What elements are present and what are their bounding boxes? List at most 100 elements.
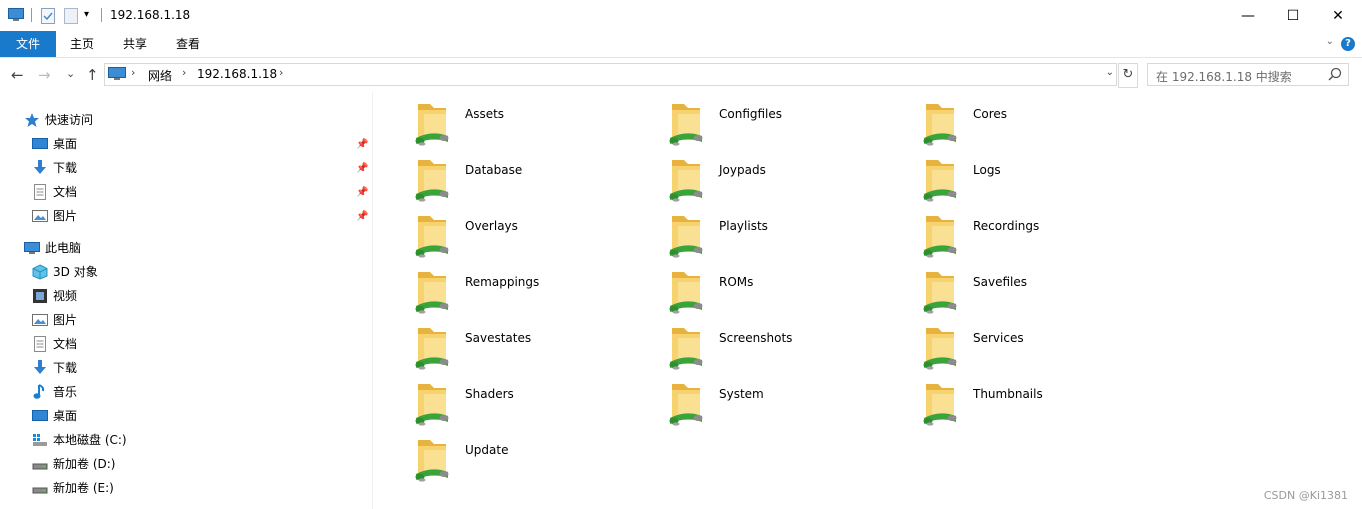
shared-folder-icon: [412, 380, 452, 428]
shared-folder-icon: [412, 436, 452, 484]
folder-name: Assets: [465, 107, 505, 121]
desktop-icon: [32, 408, 48, 424]
breadcrumb-separator: ›: [131, 66, 136, 79]
pin-icon[interactable]: 📌: [356, 187, 368, 198]
shared-folder-icon: [920, 324, 960, 372]
folder-item[interactable]: Services: [920, 324, 1160, 374]
help-button[interactable]: ?: [1341, 37, 1355, 51]
shared-folder-icon: [412, 100, 452, 148]
shared-folder-icon: [920, 380, 960, 428]
sidebar-item-label: 图片: [53, 313, 78, 327]
search-input[interactable]: 在 192.168.1.18 中搜索: [1156, 68, 1292, 85]
address-dropdown-icon[interactable]: ⌄: [1106, 67, 1114, 78]
sidebar-item-label: 下载: [53, 161, 78, 175]
new-folder-icon[interactable]: [64, 8, 78, 27]
back-button[interactable]: ←: [11, 66, 24, 84]
folder-item[interactable]: Update: [412, 436, 652, 486]
breadcrumb-network[interactable]: 网络: [148, 67, 172, 84]
shared-folder-icon: [920, 268, 960, 316]
customize-toolbar-icon[interactable]: ▾: [84, 9, 89, 20]
tab-view[interactable]: 查看: [166, 31, 210, 57]
collapse-ribbon-icon[interactable]: ⌄: [1326, 36, 1334, 47]
sidebar-item-label: 新加卷 (E:): [53, 481, 114, 495]
tab-file[interactable]: 文件: [0, 31, 56, 57]
folder-item[interactable]: Database: [412, 156, 652, 206]
folder-item[interactable]: Recordings: [920, 212, 1160, 262]
drive-icon: [32, 480, 48, 496]
star-icon: [24, 112, 40, 128]
music-icon: [32, 384, 48, 400]
shared-folder-icon: [666, 100, 706, 148]
sidebar-item-label: 桌面: [53, 137, 78, 151]
desktop-icon: [32, 136, 48, 152]
title-separator: [101, 8, 102, 22]
navigation-bar: ← → ⌄ ↑ › 网络 › 192.168.1.18 › ⌄ ↻ 在 192.…: [0, 58, 1362, 92]
tab-home[interactable]: 主页: [60, 31, 104, 57]
sidebar-item-label: 视频: [53, 289, 78, 303]
folder-item[interactable]: Joypads: [666, 156, 906, 206]
breadcrumb-host[interactable]: 192.168.1.18: [197, 67, 277, 81]
folder-item[interactable]: Savestates: [412, 324, 652, 374]
folder-item[interactable]: Cores: [920, 100, 1160, 150]
this-pc-icon: [24, 240, 40, 256]
folder-name: Configfiles: [719, 107, 783, 121]
folder-item[interactable]: Screenshots: [666, 324, 906, 374]
folder-item[interactable]: Remappings: [412, 268, 652, 318]
folder-item[interactable]: System: [666, 380, 906, 430]
cube-icon: [32, 264, 48, 280]
folder-item[interactable]: Logs: [920, 156, 1160, 206]
address-bar[interactable]: › 网络 › 192.168.1.18 › ⌄: [104, 63, 1117, 86]
sidebar-item-label: 本地磁盘 (C:): [53, 433, 127, 447]
document-icon: [32, 336, 48, 352]
folder-name: Remappings: [465, 275, 540, 289]
properties-icon[interactable]: [41, 8, 55, 27]
title-separator: [31, 8, 32, 22]
folder-name: Joypads: [719, 163, 766, 177]
title-bar: ▾ 192.168.1.18 — ☐ ✕: [0, 0, 1362, 31]
pin-icon[interactable]: 📌: [356, 211, 368, 222]
folder-item[interactable]: Assets: [412, 100, 652, 150]
folder-item[interactable]: Thumbnails: [920, 380, 1160, 430]
folder-name: Cores: [973, 107, 1008, 121]
watermark: CSDN @Ki1381: [1263, 489, 1348, 502]
network-computer-icon: [108, 67, 126, 84]
folder-item[interactable]: Overlays: [412, 212, 652, 262]
sidebar-item-label: 音乐: [53, 385, 78, 399]
maximize-button[interactable]: ☐: [1270, 0, 1316, 31]
minimize-button[interactable]: —: [1225, 0, 1271, 31]
sidebar-item-label: 文档: [53, 185, 78, 199]
pin-icon[interactable]: 📌: [356, 139, 368, 150]
window-title: 192.168.1.18: [110, 8, 191, 22]
folder-item[interactable]: Shaders: [412, 380, 652, 430]
breadcrumb-separator[interactable]: ›: [182, 66, 186, 79]
forward-button[interactable]: →: [38, 66, 51, 84]
shared-folder-icon: [666, 268, 706, 316]
refresh-button[interactable]: ↻: [1118, 63, 1138, 88]
ribbon-tabs: 文件 主页 共享 查看 ⌄ ?: [0, 31, 1362, 58]
sidebar-this-pc-label: 此电脑: [45, 241, 82, 255]
shared-folder-icon: [920, 100, 960, 148]
tab-share[interactable]: 共享: [113, 31, 157, 57]
close-button[interactable]: ✕: [1315, 0, 1361, 31]
folder-item[interactable]: ROMs: [666, 268, 906, 318]
folder-name: System: [719, 387, 764, 401]
shared-folder-icon: [920, 212, 960, 260]
navigation-pane: 快速访问 桌面 📌 下载 📌 文档 📌 图片 📌 此电脑 3D 对象 视频 图片…: [0, 92, 373, 509]
breadcrumb-separator[interactable]: ›: [279, 66, 283, 79]
folder-item[interactable]: Playlists: [666, 212, 906, 262]
folder-name: Recordings: [973, 219, 1040, 233]
recent-locations-button[interactable]: ⌄: [66, 67, 75, 80]
shared-folder-icon: [920, 156, 960, 204]
folder-name: Database: [465, 163, 523, 177]
folder-name: Savestates: [465, 331, 532, 345]
computer-icon[interactable]: [8, 8, 24, 25]
up-button[interactable]: ↑: [86, 66, 99, 84]
search-box[interactable]: 在 192.168.1.18 中搜索: [1147, 63, 1349, 86]
drive-icon: [32, 456, 48, 472]
folder-item[interactable]: Configfiles: [666, 100, 906, 150]
search-icon[interactable]: [1328, 67, 1342, 84]
pin-icon[interactable]: 📌: [356, 163, 368, 174]
folder-name: ROMs: [719, 275, 754, 289]
shared-folder-icon: [666, 156, 706, 204]
folder-item[interactable]: Savefiles: [920, 268, 1160, 318]
